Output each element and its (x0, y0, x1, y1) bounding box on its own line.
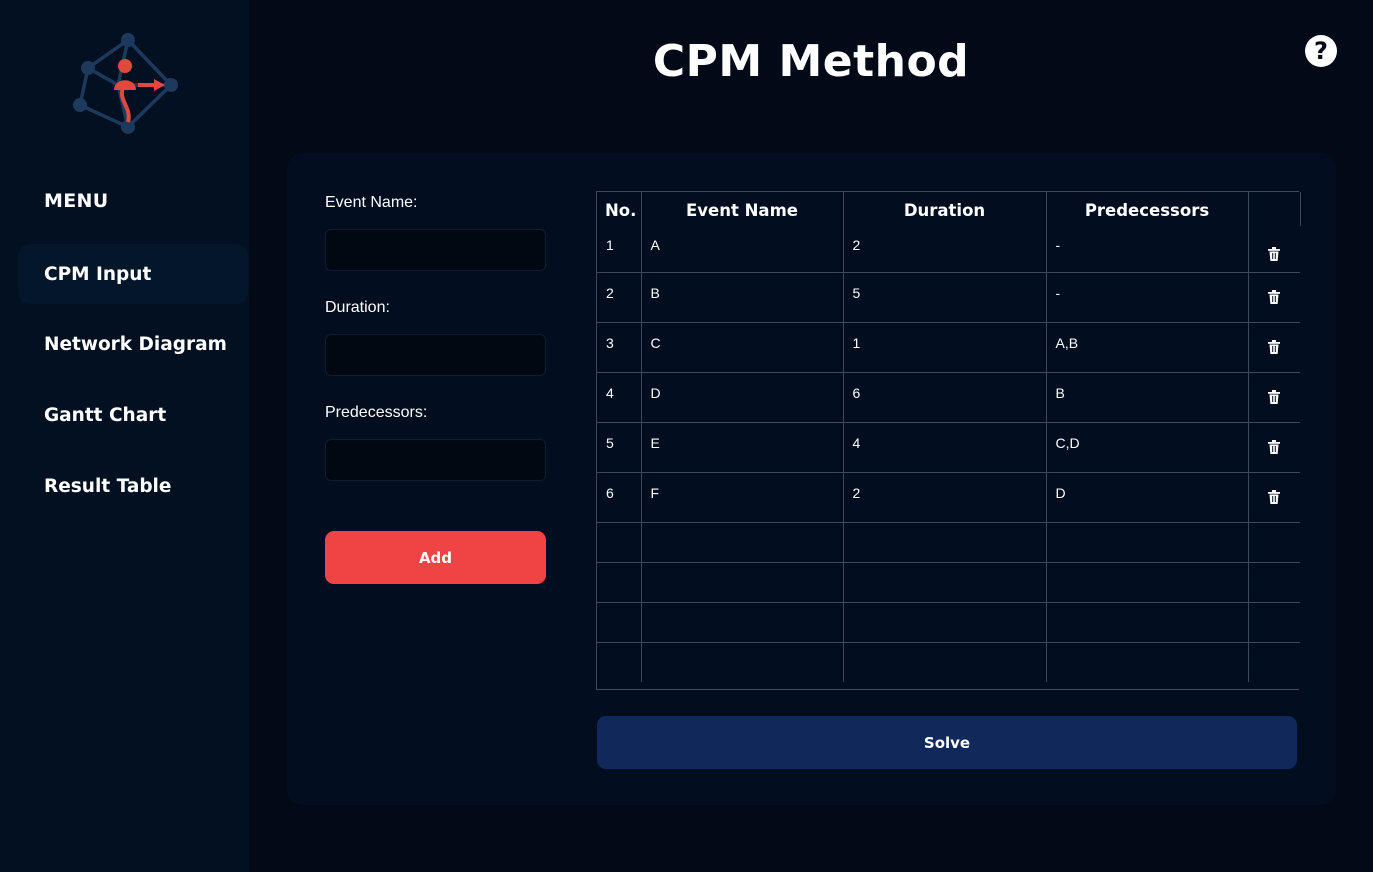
cell-event-name: D (641, 371, 844, 422)
table-row: 3 C 1 A,B (597, 321, 1300, 372)
predecessors-label: Predecessors: (325, 404, 428, 421)
cell-no: 2 (597, 271, 642, 322)
cell-event-name: B (641, 271, 844, 322)
trash-icon[interactable] (1268, 289, 1281, 307)
table-row-empty (597, 521, 1300, 562)
cell-no: 3 (597, 321, 642, 372)
solve-button[interactable]: Solve (597, 716, 1297, 769)
cell-actions (1248, 471, 1300, 522)
table-row-empty (597, 561, 1300, 602)
table-row: 5 E 4 C,D (597, 421, 1300, 472)
cell-event-name: A (641, 226, 844, 272)
cell-actions (1248, 271, 1300, 322)
trash-icon[interactable] (1268, 489, 1281, 507)
cell-predecessors: - (1046, 226, 1249, 272)
duration-label: Duration: (325, 299, 390, 316)
sidebar-item-gantt-chart[interactable]: Gantt Chart (18, 385, 248, 445)
table-row: 6 F 2 D (597, 471, 1300, 522)
cell-actions (1248, 371, 1300, 422)
page-title: CPM Method (249, 36, 1373, 87)
sidebar-item-cpm-input[interactable]: CPM Input (18, 244, 248, 304)
sidebar-item-network-diagram[interactable]: Network Diagram (18, 314, 248, 374)
column-header-predecessors: Predecessors (1046, 192, 1249, 226)
cell-predecessors: C,D (1046, 421, 1249, 472)
cell-predecessors: A,B (1046, 321, 1249, 372)
table-row: 1 A 2 - (597, 226, 1300, 272)
column-header-no: No. (597, 192, 642, 226)
table-row: 2 B 5 - (597, 271, 1300, 322)
cell-event-name: E (641, 421, 844, 472)
app-logo (68, 30, 182, 140)
sidebar-item-result-table[interactable]: Result Table (18, 456, 248, 516)
trash-icon[interactable] (1268, 339, 1281, 357)
cell-no: 5 (597, 421, 642, 472)
event-name-input[interactable] (325, 229, 546, 271)
table-row: 4 D 6 B (597, 371, 1300, 422)
trash-icon[interactable] (1268, 246, 1281, 264)
cell-duration: 2 (843, 471, 1047, 522)
page-title-text: CPM Method (652, 36, 970, 87)
cell-duration: 4 (843, 421, 1047, 472)
cell-event-name: C (641, 321, 844, 372)
table-header-row: No. Event Name Duration Predecessors (597, 192, 1301, 226)
cell-actions (1248, 226, 1300, 272)
column-header-event-name: Event Name (641, 192, 844, 226)
cell-duration: 5 (843, 271, 1047, 322)
predecessors-input[interactable] (325, 439, 546, 481)
cell-actions (1248, 321, 1300, 372)
cell-duration: 1 (843, 321, 1047, 372)
table-row-empty (597, 601, 1300, 642)
cell-no: 4 (597, 371, 642, 422)
column-header-actions (1248, 192, 1301, 226)
cell-duration: 2 (843, 226, 1047, 272)
cell-no: 1 (597, 226, 642, 272)
menu-title: MENU (44, 190, 109, 212)
cell-actions (1248, 421, 1300, 472)
cell-event-name: F (641, 471, 844, 522)
help-circle-icon[interactable]: ? (1305, 35, 1337, 67)
column-header-duration: Duration (843, 192, 1047, 226)
trash-icon[interactable] (1268, 389, 1281, 407)
cell-predecessors: B (1046, 371, 1249, 422)
cell-predecessors: - (1046, 271, 1249, 322)
add-button[interactable]: Add (325, 531, 546, 584)
table-row-empty (597, 641, 1300, 682)
events-table: No. Event Name Duration Predecessors 1 A… (596, 191, 1301, 690)
event-name-label: Event Name: (325, 194, 418, 211)
sidebar: MENU CPM Input Network Diagram Gantt Cha… (0, 0, 249, 872)
trash-icon[interactable] (1268, 439, 1281, 457)
duration-input[interactable] (325, 334, 546, 376)
cell-duration: 6 (843, 371, 1047, 422)
cell-predecessors: D (1046, 471, 1249, 522)
cell-no: 6 (597, 471, 642, 522)
